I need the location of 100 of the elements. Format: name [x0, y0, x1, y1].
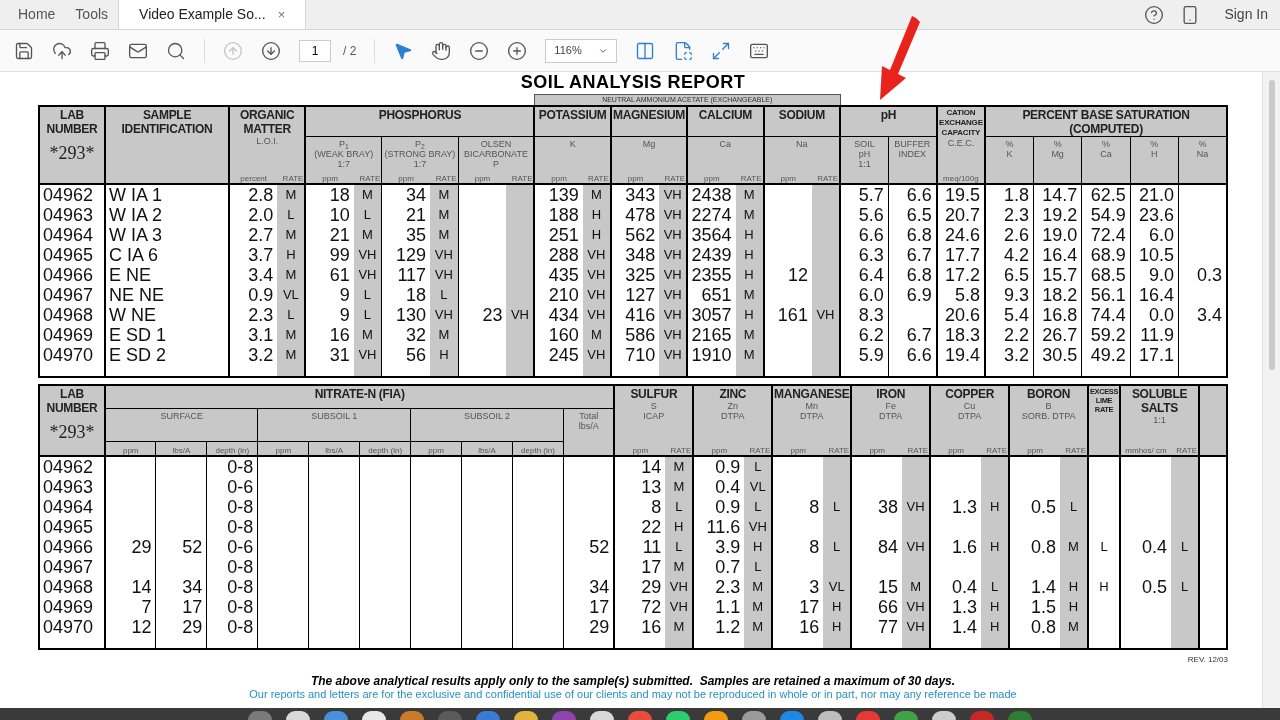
- fit-page-icon[interactable]: [635, 40, 656, 61]
- table-cell: M: [735, 325, 764, 345]
- app-icon[interactable]: [704, 711, 728, 720]
- save-icon[interactable]: [14, 40, 34, 61]
- app-icon[interactable]: [666, 711, 690, 720]
- table-cell: 5.6: [840, 205, 889, 225]
- header-cell: [1199, 441, 1227, 456]
- app-icon[interactable]: [742, 711, 766, 720]
- table-cell: 16.4: [1130, 285, 1179, 305]
- column-header: ppm: [763, 169, 812, 184]
- table-cell: 72.4: [1081, 225, 1131, 245]
- table-cell: H: [735, 305, 764, 325]
- column-header: RATE: [1060, 441, 1089, 456]
- table-cell: H: [823, 597, 852, 617]
- table-cell: 29: [155, 617, 207, 637]
- table-cell: 24.6: [936, 225, 986, 245]
- table-cell: VH: [659, 265, 688, 285]
- group-title: NITRATE-N (FIA): [313, 387, 406, 401]
- fullscreen-icon[interactable]: [711, 40, 732, 61]
- table-cell: 6.6: [888, 184, 937, 205]
- column-header: RATE: [744, 441, 773, 456]
- table-cell: 0-8: [206, 497, 258, 517]
- zoom-out-icon[interactable]: [469, 40, 490, 61]
- table-cell: 0-8: [206, 557, 258, 577]
- table-cell: 49.2: [1081, 345, 1131, 365]
- table-cell: C IA 6: [105, 245, 229, 265]
- group-title: PHOSPHORUS: [377, 108, 463, 122]
- app-icon[interactable]: [590, 711, 614, 720]
- table-cell: M: [430, 225, 459, 245]
- header-note: Na: [1195, 149, 1210, 159]
- table-cell: L: [744, 456, 773, 477]
- table-cell: 6.6: [840, 225, 889, 245]
- header-note: Cu: [962, 401, 977, 411]
- table-cell: M: [735, 285, 764, 305]
- group-title: SODIUM: [777, 108, 826, 122]
- header-note: %: [1004, 139, 1015, 149]
- header-note: %: [1101, 139, 1111, 149]
- table-cell: M: [277, 184, 306, 205]
- table-cell: M: [735, 345, 764, 365]
- zoom-select[interactable]: 116%: [545, 38, 618, 63]
- column-header: RATE: [665, 441, 694, 456]
- sign-in-link[interactable]: Sign In: [1224, 4, 1268, 25]
- scrollbar[interactable]: [1262, 72, 1280, 708]
- table-cell: [1199, 517, 1227, 537]
- table-cell: M: [902, 577, 931, 597]
- app-icon[interactable]: [818, 711, 842, 720]
- table-cell: M: [735, 184, 764, 205]
- table-cell: M: [665, 477, 694, 497]
- column-header: RATE: [430, 169, 459, 184]
- app-icon[interactable]: [362, 711, 386, 720]
- column-header: RATE: [659, 169, 688, 184]
- table-cell: E NE: [105, 265, 229, 285]
- table-cell: 11.9: [1130, 325, 1179, 345]
- table-cell: 6.0: [840, 285, 889, 305]
- tab[interactable]: Home: [8, 0, 66, 29]
- close-icon[interactable]: ×: [277, 4, 286, 25]
- hand-icon[interactable]: [431, 40, 452, 61]
- table-cell: 14.7: [1033, 184, 1082, 205]
- table-cell: 2.6: [985, 225, 1034, 245]
- search-icon[interactable]: [166, 40, 186, 61]
- group-title: IRON: [875, 387, 907, 401]
- table-cell: 5.9: [840, 345, 889, 365]
- table-cell: 74.4: [1081, 305, 1131, 325]
- upload-icon[interactable]: [52, 40, 72, 61]
- table-cell: M: [665, 456, 694, 477]
- table-cell: 1.8: [985, 184, 1034, 205]
- table-cell: M: [1060, 537, 1089, 557]
- group-title: ORGANIC MATTER: [238, 108, 296, 136]
- column-header: ppm: [930, 441, 982, 456]
- table-cell: 20.7: [936, 205, 986, 225]
- table-cell: 52: [563, 537, 615, 557]
- column-header: percent: [229, 169, 278, 184]
- page-scan-icon[interactable]: [673, 40, 694, 61]
- table-cell: VH: [902, 597, 931, 617]
- next-page-icon[interactable]: [261, 40, 281, 61]
- table-cell: 9.3: [985, 285, 1034, 305]
- table-cell: 21.0: [1130, 184, 1179, 205]
- table-cell: [1178, 225, 1227, 245]
- tab[interactable]: Video Example So... ×: [118, 0, 307, 29]
- header-note: S: [649, 401, 658, 411]
- table-cell: 10.5: [1130, 245, 1179, 265]
- zoom-in-icon[interactable]: [507, 40, 528, 61]
- app-icon[interactable]: [286, 711, 310, 720]
- table-cell: H: [277, 245, 306, 265]
- help-icon[interactable]: [1144, 4, 1165, 25]
- app-icon[interactable]: [932, 711, 956, 720]
- table-cell: 54.9: [1081, 205, 1131, 225]
- tab[interactable]: Tools: [65, 0, 119, 29]
- page-field[interactable]: 1: [299, 39, 331, 62]
- table-cell: M: [665, 557, 694, 577]
- table-cell: 0-8: [206, 597, 258, 617]
- app-icon[interactable]: [514, 711, 538, 720]
- table-cell: 16.4: [1033, 245, 1082, 265]
- table-cell: VH: [811, 305, 840, 325]
- column-header: mmhos/ cm: [1120, 441, 1171, 456]
- print-icon[interactable]: [90, 40, 110, 61]
- header-note: 1:1: [1152, 415, 1167, 425]
- header-note: %: [1197, 139, 1208, 149]
- table-cell: M: [277, 225, 306, 245]
- table-cell: 04965: [39, 517, 105, 537]
